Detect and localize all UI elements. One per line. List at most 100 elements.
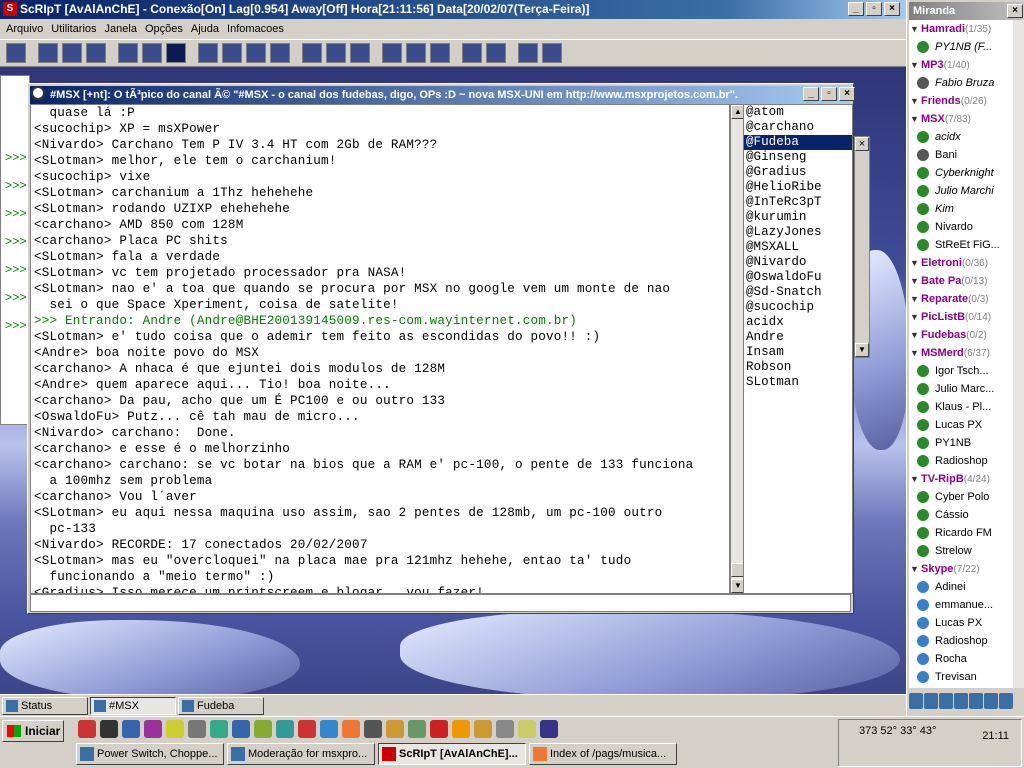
contact-item[interactable]: Radioshop <box>909 452 1013 470</box>
dcc-icon[interactable] <box>302 43 322 63</box>
nick-item[interactable]: @OswaldoFu <box>744 270 852 285</box>
status-icon[interactable] <box>984 693 998 709</box>
contact-group[interactable]: MSMerd(6/37) <box>909 344 1013 362</box>
quick-launch-icon[interactable] <box>232 720 250 738</box>
connect-icon[interactable] <box>6 43 26 63</box>
tools-icon[interactable] <box>222 43 242 63</box>
contact-scrollbar[interactable] <box>1013 20 1024 688</box>
contact-group[interactable]: MP3(1/40) <box>909 56 1013 74</box>
nick-item[interactable]: @MSXALL <box>744 240 852 255</box>
nick-item[interactable]: @Fudeba <box>744 135 852 150</box>
contact-group[interactable]: Hamradi(1/35) <box>909 20 1013 38</box>
start-button[interactable]: Iniciar <box>2 720 64 742</box>
status-icon[interactable] <box>939 693 953 709</box>
contact-item[interactable]: Radioshop <box>909 632 1013 650</box>
nick-item[interactable]: SLotman <box>744 375 852 390</box>
menu-arquivo[interactable]: Arquivo <box>2 23 47 35</box>
miranda-close-button[interactable]: × <box>1007 4 1023 18</box>
quick-launch-icon[interactable] <box>430 720 448 738</box>
contact-group[interactable]: MSX(7/83) <box>909 110 1013 128</box>
font-icon[interactable] <box>118 43 138 63</box>
quick-launch-icon[interactable] <box>122 720 140 738</box>
channel-maximize-button[interactable]: ▫ <box>821 87 837 101</box>
contact-item[interactable]: Trevisan <box>909 668 1013 686</box>
contact-item[interactable]: Adinei <box>909 578 1013 596</box>
channels-icon[interactable] <box>86 43 106 63</box>
channel-close-button[interactable]: × <box>839 87 855 101</box>
switch-msx[interactable]: #MSX <box>90 697 176 715</box>
contact-item[interactable]: Lucas PX <box>909 614 1013 632</box>
nick-list-scrollbar[interactable]: × ▼ <box>854 136 870 358</box>
quick-launch-icon[interactable] <box>188 720 206 738</box>
quick-launch-icon[interactable] <box>408 720 426 738</box>
switch-fudeba[interactable]: Fudeba <box>178 697 264 715</box>
menu-opcoes[interactable]: Opções <box>141 23 187 35</box>
nick-item[interactable]: @Sd-Snatch <box>744 285 852 300</box>
contact-group[interactable]: PicListB(0/14) <box>909 308 1013 326</box>
quick-launch-icon[interactable] <box>386 720 404 738</box>
window-icon[interactable] <box>486 43 506 63</box>
contact-item[interactable]: Strelow <box>909 542 1013 560</box>
contact-group[interactable]: Reparate(0/3) <box>909 290 1013 308</box>
about-icon[interactable] <box>542 43 562 63</box>
nick-item[interactable]: @atom <box>744 105 852 120</box>
nick-item[interactable]: @LazyJones <box>744 225 852 240</box>
contact-item[interactable]: PY1NB <box>909 434 1013 452</box>
contact-list[interactable]: Hamradi(1/35) PY1NB (F... MP3(1/40) Fabio B… <box>909 20 1013 688</box>
colors-icon[interactable] <box>142 43 162 63</box>
nick-item[interactable]: Insam <box>744 345 852 360</box>
nick-item[interactable]: @sucochip <box>744 300 852 315</box>
chat-input[interactable] <box>30 594 851 612</box>
contact-item[interactable]: Julio Marc... <box>909 380 1013 398</box>
scripts-icon[interactable] <box>198 43 218 63</box>
status-icon[interactable] <box>999 693 1013 709</box>
quick-launch-icon[interactable] <box>496 720 514 738</box>
minimize-button[interactable]: _ <box>848 2 864 16</box>
nick-item[interactable]: @carchano <box>744 120 852 135</box>
menu-ajuda[interactable]: Ajuda <box>187 23 223 35</box>
status-icon[interactable] <box>969 693 983 709</box>
nick-item[interactable]: @kurumin <box>744 210 852 225</box>
contact-item[interactable]: Cyberknight <box>909 164 1013 182</box>
menu-janela[interactable]: Janela <box>101 23 141 35</box>
menu-infomacoes[interactable]: Infomacoes <box>223 23 288 35</box>
away-icon[interactable] <box>406 43 426 63</box>
quick-launch-icon[interactable] <box>100 720 118 738</box>
quick-launch-icon[interactable] <box>78 720 96 738</box>
list-icon[interactable] <box>430 43 450 63</box>
switch-status[interactable]: Status <box>2 697 88 715</box>
contact-item[interactable]: Rocha <box>909 650 1013 668</box>
task-index[interactable]: Index of /pags/musica... <box>529 743 677 765</box>
contact-group[interactable]: Skype(7/22) <box>909 560 1013 578</box>
task-script[interactable]: ScRIpT [AvAlAnChE]... <box>378 743 526 765</box>
contact-group[interactable]: Bate Pa(0/13) <box>909 272 1013 290</box>
contact-item[interactable]: Igor Tsch... <box>909 362 1013 380</box>
contact-item[interactable]: emmanue... <box>909 596 1013 614</box>
notes-icon[interactable] <box>462 43 482 63</box>
options-icon[interactable] <box>38 43 58 63</box>
quick-launch-icon[interactable] <box>144 720 162 738</box>
nick-item[interactable]: @Ginseng <box>744 150 852 165</box>
nick-item[interactable]: Robson <box>744 360 852 375</box>
nick-close-icon[interactable]: × <box>855 137 869 151</box>
quick-launch-icon[interactable] <box>518 720 536 738</box>
contact-item[interactable]: acidx <box>909 128 1013 146</box>
contact-group[interactable]: Fudebas(0/2) <box>909 326 1013 344</box>
nick-list[interactable]: @atom @carchano @Fudeba @Ginseng @Gradius @He… <box>743 104 853 594</box>
contact-item[interactable]: Klaus - Pl... <box>909 398 1013 416</box>
quick-launch-icon[interactable] <box>254 720 272 738</box>
quick-launch-icon[interactable] <box>452 720 470 738</box>
ident-icon[interactable] <box>326 43 346 63</box>
nick-item[interactable]: @InTeRc3pT <box>744 195 852 210</box>
quick-launch-icon[interactable] <box>342 720 360 738</box>
contact-item[interactable]: PY1NB (F... <box>909 38 1013 56</box>
quick-launch-icon[interactable] <box>166 720 184 738</box>
chat-log[interactable]: quase lá :P <sucochip> XP = msXPower <Niva… <box>30 104 730 594</box>
contact-group[interactable]: TV-RipB(4/24) <box>909 470 1013 488</box>
nick-item[interactable]: acidx <box>744 315 852 330</box>
quick-launch-icon[interactable] <box>364 720 382 738</box>
maximize-button[interactable]: ▫ <box>866 2 882 16</box>
contact-item[interactable]: Bani <box>909 146 1013 164</box>
help-icon[interactable] <box>518 43 538 63</box>
notify-icon[interactable] <box>270 43 290 63</box>
